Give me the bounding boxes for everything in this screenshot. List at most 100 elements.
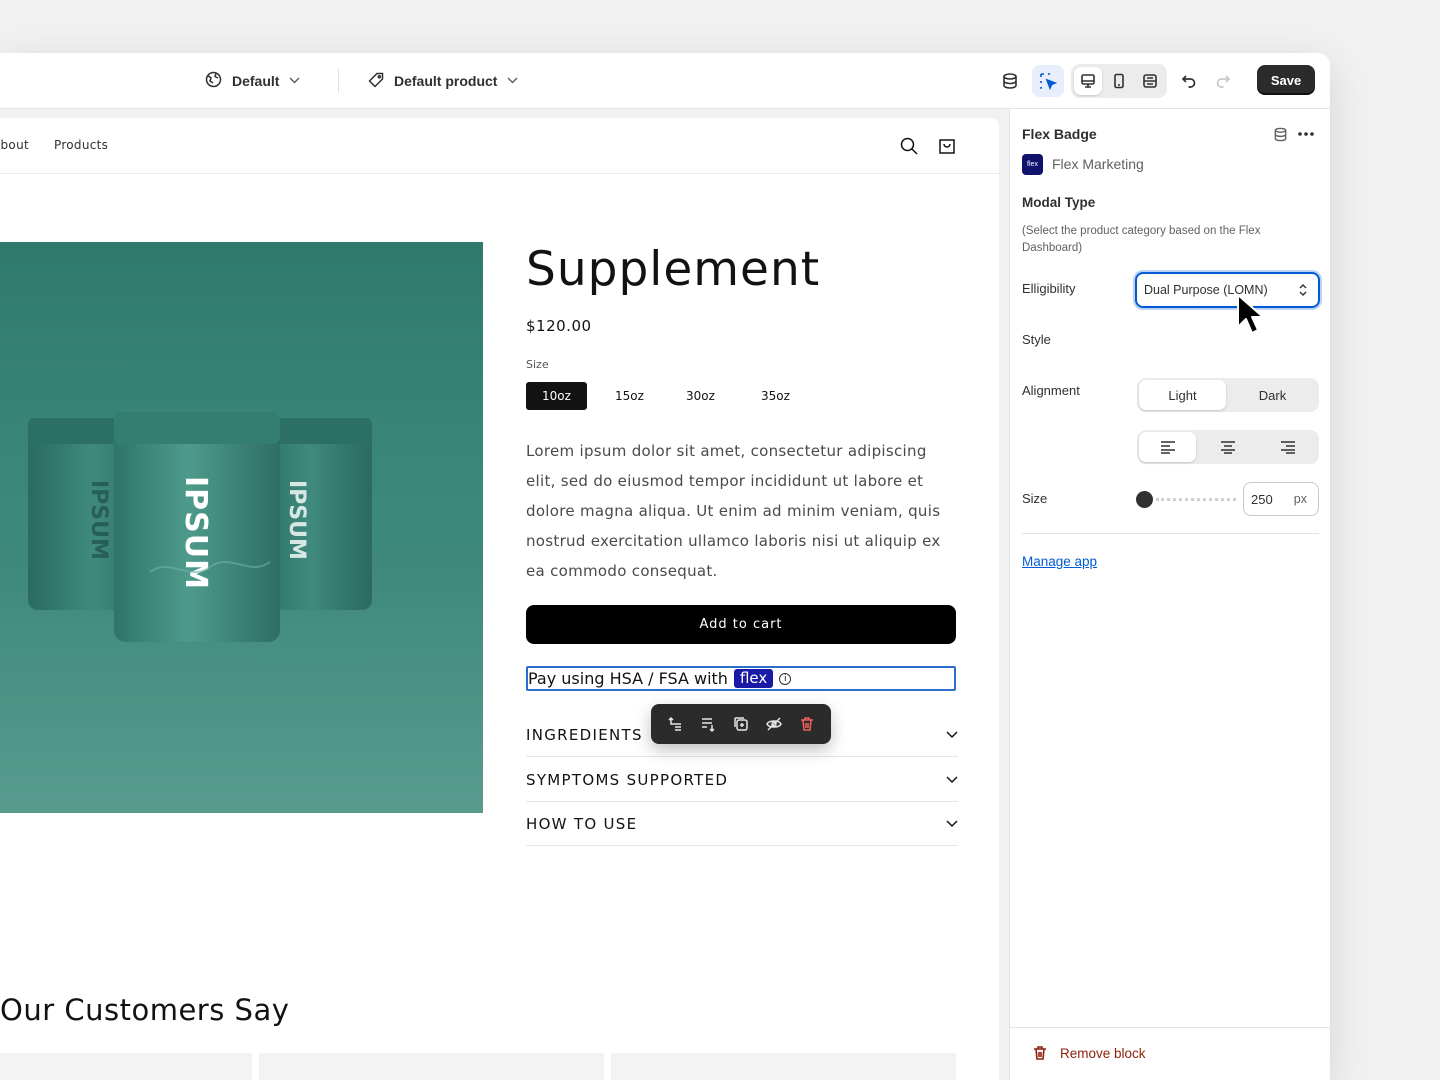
topbar-divider (338, 69, 339, 93)
modal-type-heading: Modal Type (1022, 195, 1096, 210)
style-option-dark[interactable]: Dark (1228, 380, 1317, 410)
size-label: Size (526, 358, 549, 371)
size-option-35oz[interactable]: 35oz (745, 382, 806, 410)
mobile-icon (1114, 73, 1124, 89)
jar-brand-left: IPSUM (86, 480, 111, 560)
manage-app-link[interactable]: Manage app (1022, 554, 1097, 569)
database-icon-button[interactable] (994, 65, 1026, 97)
select-cursor-icon (1040, 73, 1057, 90)
alignment-toggle (1137, 430, 1319, 464)
align-left-icon (1160, 441, 1175, 454)
flex-logo-pill: flex (733, 669, 774, 688)
chevron-down-icon (946, 819, 958, 827)
accordion-label: HOW TO USE (526, 814, 638, 833)
size-unit: px (1293, 492, 1307, 506)
product-image: IPSUM IPSUM IPSUM (0, 242, 483, 813)
align-left-button[interactable] (1139, 432, 1196, 462)
testimonial-card (611, 1053, 956, 1080)
testimonials-heading: Our Customers Say (0, 993, 290, 1027)
size-setting-label: Size (1022, 491, 1048, 506)
delete-block-button[interactable] (795, 712, 819, 736)
add-to-cart-button[interactable]: Add to cart (526, 605, 956, 644)
nav-link-products[interactable]: Products (54, 138, 108, 152)
product-title: Supplement (526, 242, 821, 297)
accordion-how-to-use[interactable]: HOW TO USE (526, 802, 958, 846)
size-slider-handle[interactable] (1136, 491, 1153, 508)
size-option-30oz[interactable]: 30oz (670, 382, 731, 410)
move-block-button[interactable] (696, 712, 720, 736)
select-arrows-icon (1299, 284, 1307, 296)
tag-icon (368, 72, 384, 91)
info-icon[interactable]: i (779, 672, 792, 685)
panel-footer: Remove block (1010, 1027, 1330, 1080)
cart-icon[interactable] (936, 135, 958, 157)
nav-link-about[interactable]: About (0, 138, 29, 152)
template-selector[interactable]: Default product (368, 67, 518, 95)
chevron-down-icon (507, 76, 518, 87)
align-right-button[interactable] (1259, 432, 1317, 462)
mobile-preview-button[interactable] (1105, 67, 1133, 95)
search-icon[interactable] (898, 135, 920, 157)
theme-editor-window: Default Default product Save bout Produc… (0, 53, 1330, 1080)
parent-icon (668, 716, 682, 731)
style-label: Style (1022, 332, 1051, 347)
duplicate-block-button[interactable] (729, 712, 753, 736)
chevron-down-icon (946, 730, 958, 738)
move-icon (702, 718, 715, 732)
eligibility-label: Elligibility (1022, 281, 1076, 296)
size-option-10oz[interactable]: 10oz (526, 382, 587, 410)
size-input[interactable]: 250 px (1243, 482, 1319, 516)
app-name: Flex Marketing (1052, 156, 1144, 172)
expand-icon (1143, 74, 1157, 88)
chevron-down-icon (946, 775, 958, 783)
align-center-button[interactable] (1199, 432, 1257, 462)
size-input-value: 250 (1251, 491, 1273, 507)
device-preview-toggle (1071, 64, 1167, 98)
trash-icon (800, 717, 813, 731)
trash-icon (1034, 1046, 1046, 1060)
product-description: Lorem ipsum dolor sit amet, consectetur … (526, 442, 941, 580)
duplicate-icon (734, 717, 748, 731)
save-button[interactable]: Save (1257, 65, 1315, 95)
accordion-label: INGREDIENTS (526, 725, 643, 744)
testimonial-card (259, 1053, 604, 1080)
app-logo: flex (1022, 154, 1043, 175)
inspector-toggle-button[interactable] (1032, 65, 1064, 97)
product-price: $120.00 (526, 317, 592, 335)
redo-button[interactable] (1207, 65, 1239, 97)
remove-block-label: Remove block (1060, 1045, 1146, 1061)
data-source-button[interactable] (1269, 123, 1291, 145)
redo-icon (1216, 75, 1231, 88)
database-icon (1003, 73, 1017, 89)
flex-badge-block[interactable]: Pay using HSA / FSA with flex i (526, 666, 956, 691)
style-option-light[interactable]: Light (1139, 380, 1226, 410)
accordion-label: SYMPTOMS SUPPORTED (526, 770, 729, 789)
align-center-icon (1221, 441, 1235, 454)
store-header: About Products (0, 118, 999, 174)
template-label: Default product (394, 73, 498, 89)
accordion-symptoms[interactable]: SYMPTOMS SUPPORTED (526, 758, 958, 802)
undo-button[interactable] (1173, 65, 1205, 97)
locale-label: Default (232, 73, 280, 89)
size-option-15oz[interactable]: 15oz (599, 382, 660, 410)
eligibility-select[interactable]: Dual Purpose (LOMN) (1135, 272, 1320, 308)
undo-icon (1181, 75, 1196, 88)
hide-block-button[interactable] (762, 712, 786, 736)
testimonial-card (0, 1053, 252, 1080)
align-right-icon (1281, 441, 1295, 454)
locale-selector[interactable]: Default (205, 67, 300, 95)
modal-type-hint: (Select the product category based on th… (1022, 225, 1261, 254)
desktop-icon (1081, 74, 1095, 88)
desktop-preview-button[interactable] (1074, 67, 1102, 95)
remove-block-button[interactable]: Remove block (1032, 1045, 1146, 1061)
eye-off-icon (765, 717, 782, 731)
block-floating-toolbar (651, 704, 831, 744)
panel-title: Flex Badge (1022, 126, 1097, 142)
fullwidth-preview-button[interactable] (1136, 67, 1164, 95)
jar-brand-right: IPSUM (284, 480, 309, 560)
panel-divider (1022, 533, 1319, 534)
block-settings-panel: Flex Badge flex Flex Marketing Modal Typ… (1009, 109, 1330, 1080)
size-slider-track[interactable] (1156, 498, 1236, 501)
select-parent-button[interactable] (663, 712, 687, 736)
more-actions-button[interactable] (1295, 123, 1317, 145)
